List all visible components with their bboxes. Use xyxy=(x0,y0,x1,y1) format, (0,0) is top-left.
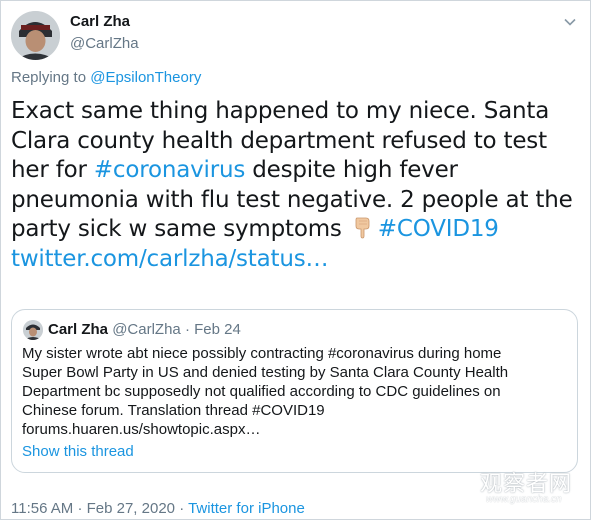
author-avatar[interactable] xyxy=(11,11,60,60)
show-this-thread-link[interactable]: Show this thread xyxy=(22,443,134,460)
author-handle[interactable]: @CarlZha xyxy=(70,35,139,52)
tweet-footer: 11:56 AM · Feb 27, 2020 · Twitter for iP… xyxy=(11,500,305,517)
tweet-text: Exact same thing happened to my niece. S… xyxy=(11,97,581,274)
watermark-url: www.guancha.cn xyxy=(486,494,562,505)
quoted-tweet-header: Carl Zha @CarlZha · Feb 24 xyxy=(48,321,241,338)
quoted-date: Feb 24 xyxy=(194,321,241,338)
quoted-text-line: Chinese forum. Translation thread #COVID… xyxy=(22,402,325,419)
profile-avatar-icon xyxy=(11,11,60,60)
tweet-date[interactable]: Feb 27, 2020 xyxy=(87,500,175,517)
pointing-down-emoji-icon xyxy=(351,215,375,239)
hashtag-coronavirus-link[interactable]: #coronavirus xyxy=(94,157,246,183)
footer-separator: · xyxy=(179,500,185,517)
quoted-tweet[interactable]: Carl Zha @CarlZha · Feb 24 My sister wro… xyxy=(11,309,578,473)
tweet-time[interactable]: 11:56 AM xyxy=(11,500,73,517)
replying-to-label: Replying to xyxy=(11,69,87,86)
quoted-text-line: forums.huaren.us/showtopic.aspx… xyxy=(22,421,261,438)
chevron-down-icon[interactable] xyxy=(563,15,577,29)
quoted-author-name: Carl Zha xyxy=(48,321,109,338)
hashtag-covid19-link[interactable]: #COVID19 xyxy=(378,216,499,242)
quoted-author-handle: @CarlZha xyxy=(112,321,181,338)
quoted-separator: · xyxy=(184,321,190,338)
quoted-text-line: Super Bowl Party in US and denied testin… xyxy=(22,364,509,381)
footer-separator: · xyxy=(77,500,83,517)
tweet-url-link[interactable]: twitter.com/carlzha/status… xyxy=(11,246,328,272)
tweet-source-link[interactable]: Twitter for iPhone xyxy=(188,500,305,517)
quoted-text-line: Department bc supposedly not qualified a… xyxy=(22,383,501,400)
quoted-tweet-text: My sister wrote abt niece possibly contr… xyxy=(22,344,567,439)
replying-to: Replying to @EpsilonTheory xyxy=(11,69,201,86)
author-display-name[interactable]: Carl Zha xyxy=(70,13,130,30)
reply-mention-link[interactable]: @EpsilonTheory xyxy=(90,69,201,86)
watermark-logo: 观察者网 www.guancha.cn xyxy=(480,466,580,514)
profile-avatar-icon xyxy=(23,320,43,340)
quoted-text-line: My sister wrote abt niece possibly contr… xyxy=(22,345,502,362)
quoted-author-avatar xyxy=(23,320,43,340)
